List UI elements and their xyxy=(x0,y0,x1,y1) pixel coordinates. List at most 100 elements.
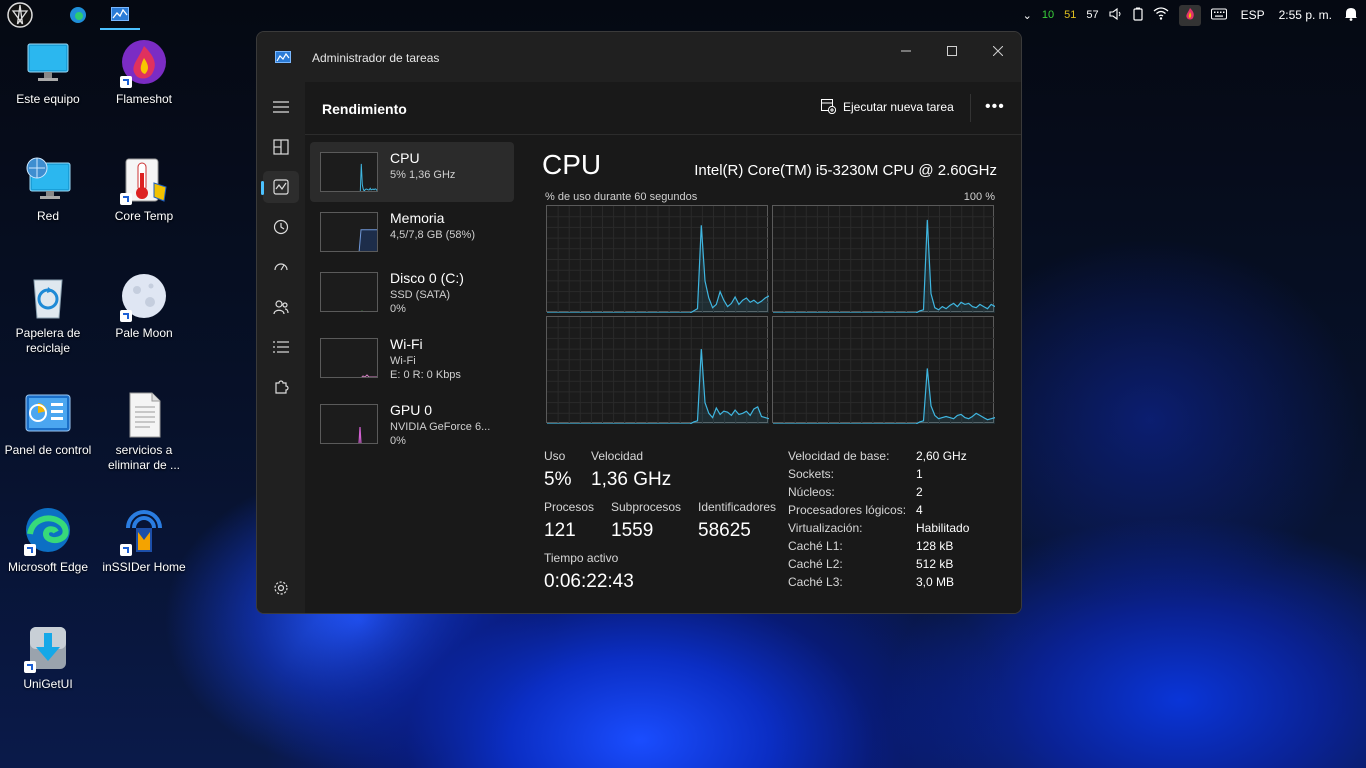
gpu-mini-graph xyxy=(320,404,378,444)
page-title: Rendimiento xyxy=(322,101,407,117)
desktop-icon-panel-de-control[interactable]: Panel de control xyxy=(0,391,96,458)
nav-performance[interactable] xyxy=(261,171,299,203)
desktop-icon-flameshot[interactable]: Flameshot xyxy=(96,40,192,107)
uso-label: Uso xyxy=(544,449,566,463)
clock[interactable]: 2:55 p. m. xyxy=(1279,8,1332,22)
desktop-icon-label: servicios a eliminar de ... xyxy=(107,443,181,472)
desktop-icon-label: Flameshot xyxy=(115,92,173,106)
tiempo-activo-label: Tiempo activo xyxy=(544,551,619,565)
resource-detail: SSD (SATA) xyxy=(390,289,451,301)
desktop-icon-label: Pale Moon xyxy=(115,326,173,340)
desktop-icon-inssider[interactable]: inSSIDer Home xyxy=(96,508,192,575)
desktop-icon-pale-moon[interactable]: Pale Moon xyxy=(96,274,192,341)
resource-item-disco[interactable]: Disco 0 (C:) SSD (SATA) 0% xyxy=(310,262,514,322)
resource-list: CPU 5% 1,36 GHz Memoria 4,5/7,8 GB (58%)… xyxy=(305,135,517,613)
desktop-icon-label: Microsoft Edge xyxy=(7,560,89,574)
title-bar[interactable]: Administrador de tareas xyxy=(257,32,1021,82)
unigetui-icon xyxy=(24,625,72,673)
disk-mini-graph xyxy=(320,272,378,312)
details-list-icon xyxy=(273,341,289,353)
task-manager-taskbar-icon[interactable] xyxy=(100,0,140,30)
nav-processes[interactable] xyxy=(263,131,299,163)
desktop-icon-label: Red xyxy=(36,209,59,223)
notifications-bell-icon[interactable] xyxy=(1344,6,1358,24)
desktop-icon-unigetui[interactable]: UniGetUI xyxy=(0,625,96,692)
wifi-icon[interactable] xyxy=(1153,7,1169,23)
nav-app-history[interactable] xyxy=(263,211,299,243)
desktop-icon-edge[interactable]: Microsoft Edge xyxy=(0,508,96,575)
velocidad-value: 1,36 GHz xyxy=(591,469,672,490)
hamburger-menu-button[interactable] xyxy=(263,91,299,123)
resource-item-cpu[interactable]: CPU 5% 1,36 GHz xyxy=(310,142,514,202)
spec-key: Virtualización: xyxy=(788,521,863,535)
edge-taskbar-icon[interactable] xyxy=(58,0,98,30)
minimize-icon xyxy=(901,50,911,52)
nav-startup-apps[interactable] xyxy=(263,251,299,283)
shortcut-arrow-icon xyxy=(24,661,36,673)
desktop-icon-servicios[interactable]: servicios a eliminar de ... xyxy=(96,391,192,473)
resource-detail: NVIDIA GeForce 6... xyxy=(390,421,491,433)
tray-chevron-icon[interactable]: ⌄ xyxy=(1023,9,1032,22)
tray-value-1: 10 xyxy=(1041,9,1055,21)
identificadores-value: 58625 xyxy=(698,520,751,541)
close-button[interactable] xyxy=(975,39,1021,63)
nav-users[interactable] xyxy=(263,291,299,323)
thermometer-icon xyxy=(120,157,168,205)
maximize-button[interactable] xyxy=(929,39,975,63)
nav-details[interactable] xyxy=(263,331,299,363)
spec-value: 3,0 MB xyxy=(916,575,955,589)
more-options-button[interactable]: ••• xyxy=(985,98,1005,116)
desktop-icon-este-equipo[interactable]: Este equipo xyxy=(0,40,96,107)
task-manager-window: Administrador de tareas Rendimiento Ejec… xyxy=(256,31,1022,614)
control-panel-icon xyxy=(24,391,72,439)
desktop-icon-label: Panel de control xyxy=(4,443,92,457)
start-menu-icon[interactable] xyxy=(0,0,40,30)
spec-value: 4 xyxy=(916,503,923,517)
cpu-model: Intel(R) Core(TM) i5-3230M CPU @ 2.60GHz xyxy=(694,162,997,179)
cpu-mini-graph xyxy=(320,152,378,192)
spec-value: Habilitado xyxy=(916,521,970,535)
close-icon xyxy=(993,46,1003,56)
minimize-button[interactable] xyxy=(883,39,929,63)
subprocesos-value: 1559 xyxy=(611,520,654,541)
resource-item-gpu[interactable]: GPU 0 NVIDIA GeForce 6... 0% xyxy=(310,394,514,454)
users-icon xyxy=(273,300,289,315)
tiempo-activo-value: 0:06:22:43 xyxy=(544,571,634,592)
run-new-task-button[interactable]: Ejecutar nueva tarea xyxy=(821,99,954,114)
desktop-icon-core-temp[interactable]: Core Temp xyxy=(96,157,192,224)
resource-item-memoria[interactable]: Memoria 4,5/7,8 GB (58%) xyxy=(310,202,514,262)
spec-value: 128 kB xyxy=(916,539,954,553)
core-graph-3 xyxy=(546,316,769,424)
performance-icon xyxy=(273,179,289,195)
flameshot-icon xyxy=(120,40,168,88)
resource-detail-2: E: 0 R: 0 Kbps xyxy=(390,369,461,381)
spec-key: Procesadores lógicos: xyxy=(788,503,907,517)
maximize-icon xyxy=(947,46,957,56)
resource-detail: 4,5/7,8 GB (58%) xyxy=(390,229,475,241)
edge-icon xyxy=(24,508,72,556)
desktop-icon-label: inSSIDer Home xyxy=(102,560,186,574)
desktop-icon-papelera[interactable]: Papelera de reciclaje xyxy=(0,274,96,356)
flameshot-tray-icon[interactable] xyxy=(1178,4,1201,26)
procesos-label: Procesos xyxy=(544,500,595,514)
desktop-icon-red[interactable]: Red xyxy=(0,157,96,224)
resource-item-wifi[interactable]: Wi-Fi Wi-Fi E: 0 R: 0 Kbps xyxy=(310,328,514,388)
graph-max-label: 100 % xyxy=(963,191,995,203)
resource-detail: Wi-Fi xyxy=(390,355,416,367)
nav-settings[interactable] xyxy=(263,572,299,604)
keyboard-icon[interactable] xyxy=(1210,8,1227,23)
volume-icon[interactable] xyxy=(1109,7,1123,24)
language-indicator[interactable]: ESP xyxy=(1241,8,1265,22)
memory-mini-graph xyxy=(320,212,378,252)
core-graph-2 xyxy=(772,205,995,313)
pale-moon-icon xyxy=(120,274,168,322)
spec-key: Velocidad de base: xyxy=(788,449,890,463)
spec-key: Sockets: xyxy=(788,467,835,481)
hamburger-icon xyxy=(273,101,289,113)
page-header: Rendimiento Ejecutar nueva tarea ••• xyxy=(305,82,1021,135)
velocidad-label: Velocidad xyxy=(591,449,644,463)
desktop-icon-label: Este equipo xyxy=(16,92,80,106)
battery-icon[interactable] xyxy=(1133,7,1143,24)
nav-services[interactable] xyxy=(263,371,299,403)
resource-name: CPU xyxy=(390,150,420,166)
